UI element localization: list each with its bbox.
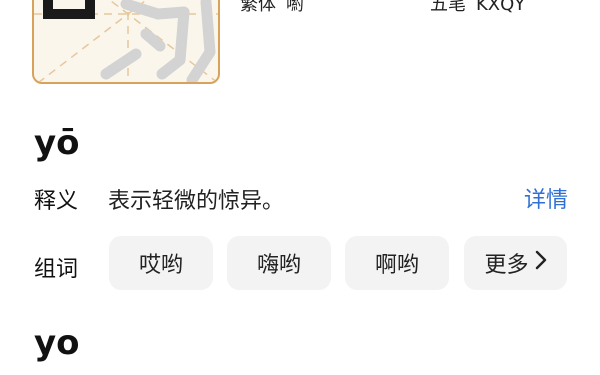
more-words-button[interactable]: 更多 [464,236,567,290]
word-chip-label: 啊哟 [374,253,419,278]
traditional-label: 繁体 [240,0,276,15]
details-link[interactable]: 详情 [524,182,568,214]
traditional-form-info: 繁体喲 [240,0,314,16]
character-grid [34,0,218,82]
wubi-value: KXQY [476,0,526,15]
pinyin-heading: yō [34,123,80,163]
pinyin-heading: yo [34,323,80,363]
character-card[interactable] [32,0,220,84]
more-words-label: 更多 [484,253,529,278]
chevron-right-icon [535,250,547,276]
word-chip[interactable]: 嗨哟 [227,236,331,290]
traditional-value: 喲 [286,0,304,15]
word-chip-label: 嗨哟 [256,253,301,278]
word-chip-label: 哎哟 [138,253,183,278]
wubi-label: 五笔 [430,0,466,15]
meaning-label: 释义 [34,189,79,214]
meaning-text: 表示轻微的惊异。 [108,189,285,214]
wubi-info: 五笔 KXQY [430,0,535,16]
word-chip[interactable]: 啊哟 [345,236,449,290]
words-label: 组词 [34,257,79,282]
word-chip[interactable]: 哎哟 [109,236,213,290]
